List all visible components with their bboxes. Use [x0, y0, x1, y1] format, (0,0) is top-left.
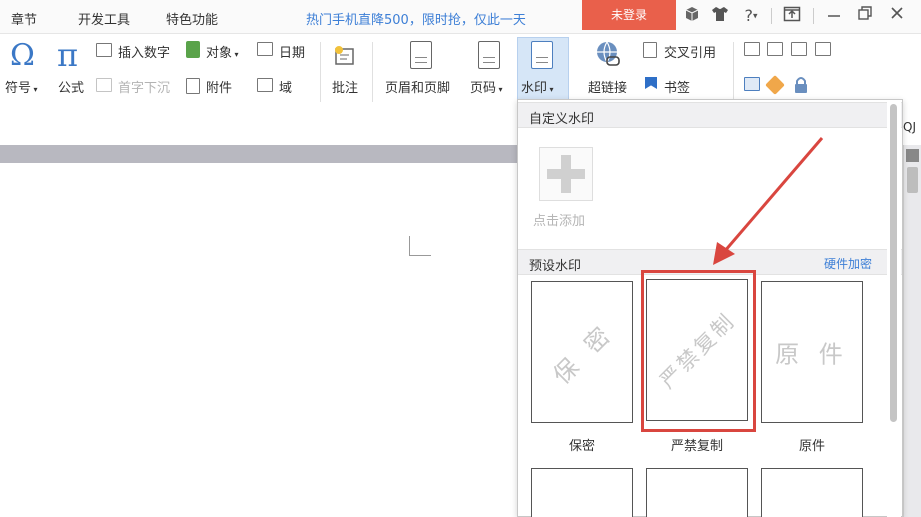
annotation-arrow	[713, 137, 824, 265]
